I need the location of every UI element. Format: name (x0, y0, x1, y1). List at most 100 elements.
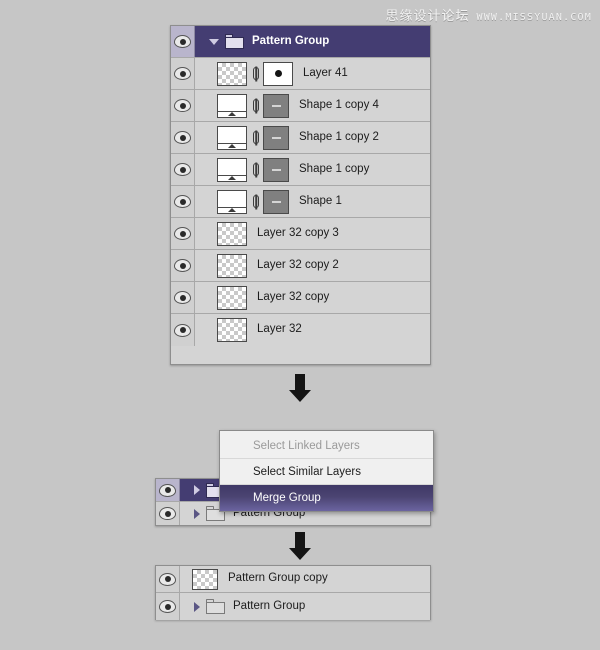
menu-item-label: Merge Group (253, 492, 321, 504)
layer-row-pattern-group[interactable]: Pattern Group (156, 593, 430, 620)
eye-icon[interactable] (159, 507, 176, 520)
layer-name-label: Pattern Group (233, 599, 306, 612)
eye-icon[interactable] (174, 323, 191, 337)
layer-row-body[interactable]: Layer 32 (195, 314, 430, 346)
visibility-toggle[interactable] (156, 566, 180, 592)
chevron-right-icon[interactable] (194, 485, 200, 495)
layer-row-body[interactable]: Layer 41 (195, 58, 430, 89)
link-icon[interactable] (250, 94, 262, 118)
eye-icon[interactable] (174, 67, 191, 80)
layer-row-shape-1-copy-2[interactable]: Shape 1 copy 2 (171, 122, 430, 154)
visibility-toggle[interactable] (171, 58, 195, 89)
vector-mask-thumbnail[interactable] (263, 125, 289, 150)
flow-arrow-2 (289, 532, 311, 560)
eye-icon[interactable] (159, 600, 176, 613)
layer-name-label: Layer 32 (257, 323, 302, 336)
layers-panel-after-merge-list: Pattern Group copy Pattern Group (156, 566, 430, 620)
eye-icon[interactable] (174, 99, 191, 112)
eye-icon[interactable] (174, 227, 191, 240)
layer-row-shape-1-copy[interactable]: Shape 1 copy (171, 154, 430, 186)
layer-name-label: Shape 1 copy 4 (299, 98, 379, 111)
checker-thumbnail[interactable] (217, 318, 247, 342)
layer-row-body[interactable]: Layer 32 copy (195, 282, 430, 313)
watermark-cn-text: 思缘设计论坛 (385, 8, 470, 23)
eye-icon[interactable] (174, 163, 191, 176)
menu-item-label: Select Linked Layers (253, 439, 360, 452)
layer-row-layer-32[interactable]: Layer 32 (171, 314, 430, 346)
chevron-right-icon[interactable] (194, 601, 200, 612)
layer-row-layer-32-copy-3[interactable]: Layer 32 copy 3 (171, 218, 430, 250)
visibility-toggle[interactable] (171, 282, 195, 313)
checker-thumbnail[interactable] (217, 285, 247, 310)
eye-icon[interactable] (174, 195, 191, 208)
chevron-down-icon[interactable] (209, 38, 219, 45)
checker-thumbnail[interactable] (217, 61, 247, 86)
layer-row-body[interactable]: Pattern Group (180, 593, 430, 620)
checker-thumbnail[interactable] (217, 221, 247, 246)
visibility-toggle[interactable] (171, 218, 195, 249)
link-icon[interactable] (250, 62, 262, 86)
visibility-toggle[interactable] (171, 186, 195, 217)
vector-mask-thumbnail[interactable] (263, 93, 289, 118)
menu-item-select-linked-layers[interactable]: Select Linked Layers (220, 433, 433, 459)
layer-row-shape-1[interactable]: Shape 1 (171, 186, 430, 218)
vector-mask-thumbnail[interactable] (263, 189, 289, 214)
layer-context-menu: Select Linked Layers Select Similar Laye… (219, 430, 434, 512)
eye-icon[interactable] (174, 291, 191, 304)
layer-row-body[interactable]: Pattern Group copy (180, 566, 430, 592)
layers-panel-after-merge: Pattern Group copy Pattern Group (155, 565, 431, 620)
layer-row-shape-1-copy-4[interactable]: Shape 1 copy 4 (171, 90, 430, 122)
visibility-toggle[interactable] (171, 314, 195, 346)
link-icon[interactable] (250, 158, 262, 182)
layer-name-label: Shape 1 copy (299, 162, 370, 175)
menu-item-select-similar-layers[interactable]: Select Similar Layers (220, 459, 433, 485)
checker-thumbnail[interactable] (192, 568, 218, 590)
vector-mask-thumbnail[interactable] (263, 157, 289, 182)
layer-name-label: Pattern Group copy (228, 572, 328, 585)
eye-icon[interactable] (174, 131, 191, 144)
layer-row-layer-41[interactable]: Layer 41 (171, 58, 430, 90)
visibility-toggle[interactable] (156, 502, 180, 525)
layer-name-label: Layer 32 copy (257, 290, 330, 303)
watermark-url-text: WWW.MISSYUAN.COM (476, 12, 592, 23)
chevron-right-icon[interactable] (194, 508, 200, 519)
layer-name-label: Layer 32 copy 3 (257, 226, 339, 239)
vector-thumbnail[interactable] (217, 125, 247, 150)
visibility-toggle[interactable] (171, 154, 195, 185)
visibility-toggle[interactable] (156, 593, 180, 620)
layer-name-label: Pattern Group (252, 34, 330, 47)
layer-row-body[interactable]: Shape 1 copy 2 (195, 122, 430, 153)
eye-icon[interactable] (174, 259, 191, 272)
layer-row-body[interactable]: Shape 1 copy (195, 154, 430, 185)
checker-thumbnail[interactable] (217, 253, 247, 278)
layer-row-body[interactable]: Layer 32 copy 3 (195, 218, 430, 249)
link-icon[interactable] (250, 126, 262, 150)
layer-row-layer-32-copy-2[interactable]: Layer 32 copy 2 (171, 250, 430, 282)
layer-row-layer-32-copy[interactable]: Layer 32 copy (171, 282, 430, 314)
flow-arrow-1 (289, 374, 311, 402)
eye-icon[interactable] (159, 483, 176, 497)
eye-icon[interactable] (174, 35, 191, 48)
eye-icon[interactable] (159, 572, 176, 586)
visibility-toggle[interactable] (171, 26, 195, 57)
layer-row-body[interactable]: Layer 32 copy 2 (195, 250, 430, 281)
layers-panel-expanded-list: Pattern Group Layer 41 Shape 1 copy 4 Sh… (171, 26, 430, 346)
layer-row-body[interactable]: Pattern Group (195, 26, 430, 57)
menu-item-merge-group[interactable]: Merge Group (220, 485, 433, 511)
folder-icon (225, 34, 244, 49)
vector-thumbnail[interactable] (217, 93, 247, 118)
visibility-toggle[interactable] (171, 122, 195, 153)
layer-row-body[interactable]: Shape 1 copy 4 (195, 90, 430, 121)
layer-row-pattern-group[interactable]: Pattern Group (171, 26, 430, 58)
layer-name-label: Shape 1 copy 2 (299, 130, 379, 143)
menu-item-label: Select Similar Layers (253, 465, 362, 478)
vector-thumbnail[interactable] (217, 157, 247, 182)
visibility-toggle[interactable] (171, 250, 195, 281)
link-icon[interactable] (250, 190, 262, 214)
mask-thumbnail[interactable] (263, 61, 293, 86)
layer-row-pattern-group-copy-merged[interactable]: Pattern Group copy (156, 566, 430, 593)
visibility-toggle[interactable] (156, 479, 180, 501)
vector-thumbnail[interactable] (217, 189, 247, 214)
layer-row-body[interactable]: Shape 1 (195, 186, 430, 217)
visibility-toggle[interactable] (171, 90, 195, 121)
